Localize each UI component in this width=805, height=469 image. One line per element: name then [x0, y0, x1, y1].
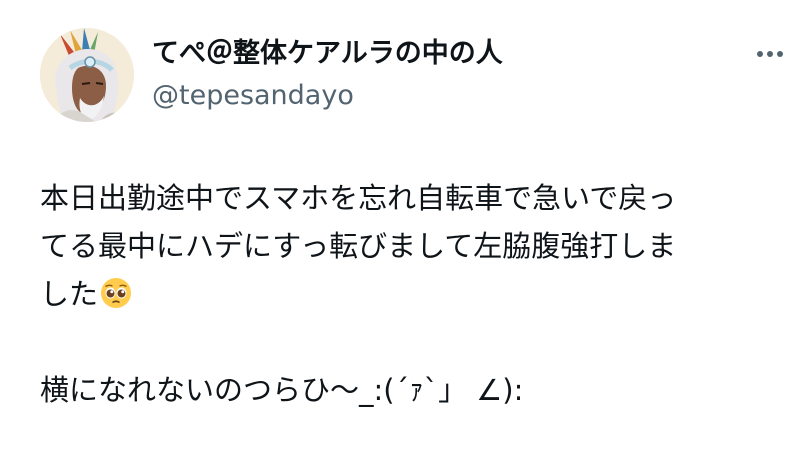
- tweet-card: てぺ＠整体ケアルラの中の人 @tepesandayo 本日出勤途中でスマホを忘れ…: [0, 0, 805, 469]
- pleading-face-emoji: [100, 277, 132, 309]
- avatar[interactable]: [40, 28, 134, 122]
- avatar-illustration-icon: [40, 28, 134, 122]
- more-button[interactable]: [752, 36, 788, 72]
- tweet-line-text: した: [40, 277, 99, 311]
- tweet-line: 横になれないのつらひ〜_:(´ｧ`」 ∠):: [40, 373, 524, 407]
- tweet-line: した: [40, 270, 790, 318]
- tweet-line: 本日出勤途中でスマホを忘れ自転車で急いで戻っ: [40, 181, 677, 215]
- tweet-line: てる最中にハデにすっ転びまして左脇腹強打しま: [40, 229, 677, 263]
- user-handle[interactable]: @tepesandayo: [152, 76, 354, 116]
- more-dots-icon: [757, 51, 783, 57]
- tweet-text: 本日出勤途中でスマホを忘れ自転車で急いで戻っ てる最中にハデにすっ転びまして左脇…: [40, 174, 790, 414]
- display-name[interactable]: てぺ＠整体ケアルラの中の人: [152, 34, 503, 74]
